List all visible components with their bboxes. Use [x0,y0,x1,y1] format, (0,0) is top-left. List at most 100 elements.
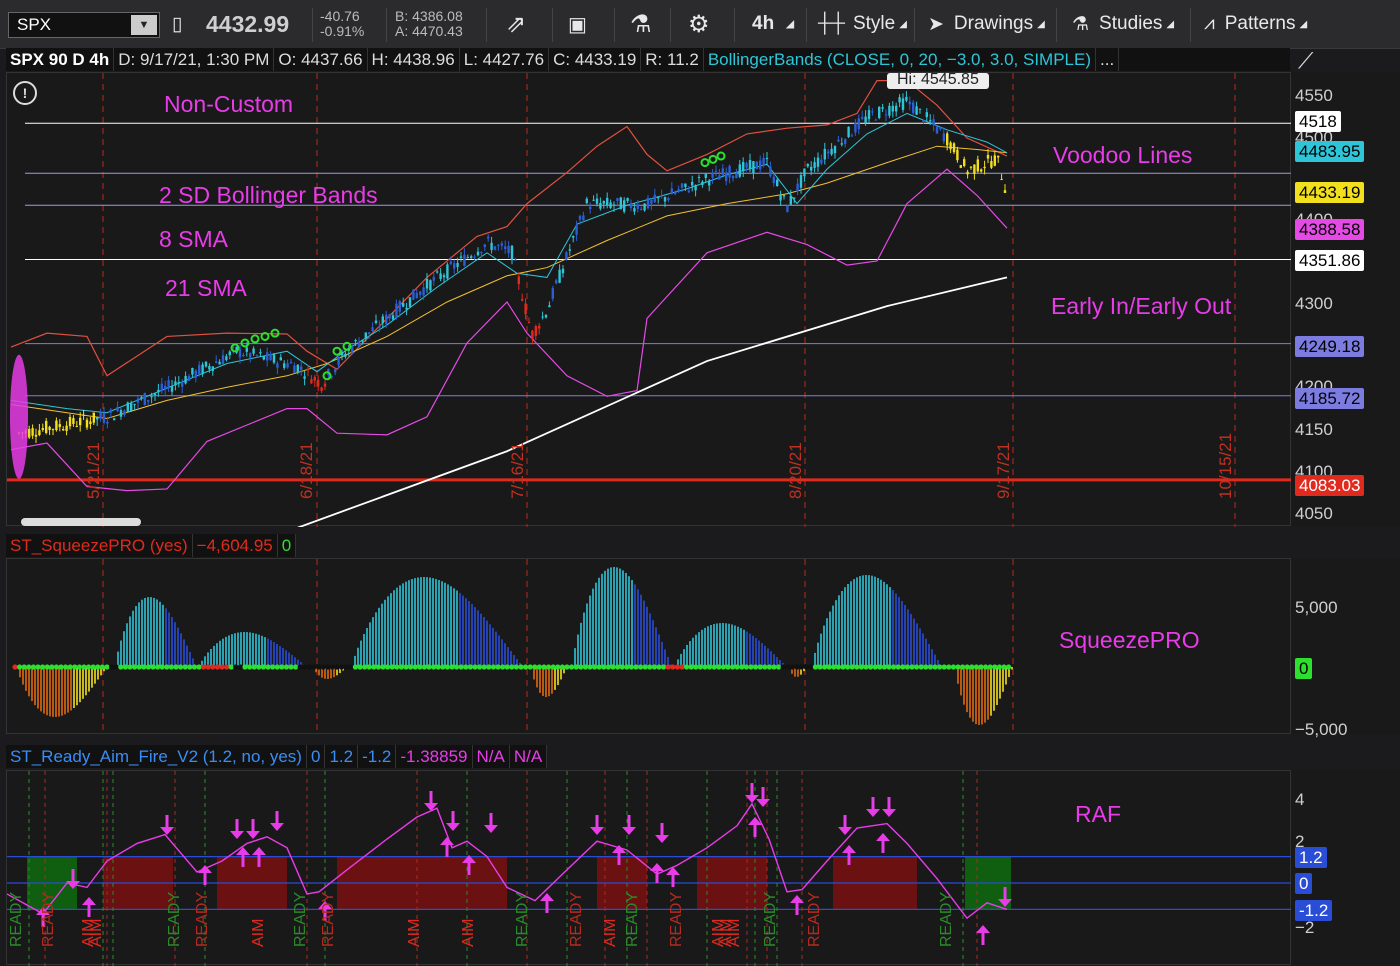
raf-panel[interactable]: READY READY AIM AIM READY READY AIM READY READY A… [6,770,1292,966]
squeeze-state-dot [799,664,805,670]
candle-body [619,197,622,210]
squeeze-name[interactable]: ST_SqueezePRO (yes) [6,534,193,557]
candle-body [487,236,490,239]
squeeze-panel[interactable]: SqueezePRO [6,558,1291,735]
candle-body [361,340,364,342]
candle-body [470,256,473,258]
candle-body [255,355,259,357]
candle-body [208,365,211,370]
squeeze-state-dot [854,664,860,670]
patterns-menu[interactable]: ⩘ Patterns ◢ [1204,0,1307,48]
candle-body [731,175,735,179]
squeeze-state-dot [610,664,616,670]
candle-body [62,429,65,431]
squeeze-state-dot [168,664,174,670]
more-studies[interactable]: ... [1096,48,1120,71]
squeeze-state-dot [541,664,547,670]
candle-body [833,146,837,154]
squeeze-state-dot [500,664,506,670]
squeeze-state-dot [95,664,101,670]
squeeze-state-dot [44,664,50,670]
candle-body [510,245,514,261]
squeeze-state-dot [872,664,878,670]
candle-body [157,389,160,393]
share-icon[interactable]: ⇗ [506,0,526,48]
studies-flask-icon: ⚗ [1072,13,1090,35]
candle-body [918,108,922,110]
candle-body [466,257,469,259]
signal-label: AIM [602,919,619,947]
down-arrow-icon [590,815,604,835]
scroll-handle[interactable] [21,518,141,526]
study-label[interactable]: BollingerBands (CLOSE, 0, 20, −3.0, 3.0,… [704,48,1097,71]
candle-body [752,161,755,174]
candle-body [735,173,738,179]
candle-body [170,386,174,392]
candle-body [776,179,779,187]
candle-body [623,200,626,212]
candle-body [915,106,918,115]
candle-body [143,393,146,405]
candle-body [344,353,347,357]
squeeze-state-dot [513,664,519,670]
alert-icon[interactable]: ! [13,81,37,105]
squeeze-state-dot [210,664,216,670]
squeeze-state-dot [325,664,331,670]
drawings-menu[interactable]: ➤ Drawings ◢ [928,0,1045,48]
screenshot-icon[interactable]: ▣ [568,0,587,48]
candle-body [765,158,769,160]
squeeze-state-dot [49,664,55,670]
squeeze-state-dot [619,664,625,670]
candle-body [374,320,378,324]
style-menu[interactable]: ┼┼ Style ◢ [818,0,907,48]
symbol-text: SPX [17,15,52,34]
candle-body [667,198,670,200]
squeeze-state-dot [67,664,73,670]
squeeze-state-dot [720,664,727,670]
candle-body [167,380,170,387]
arrow-head [230,831,244,839]
squeeze-state-dot [555,664,561,670]
squeeze-state-dot [937,664,943,670]
arrow-head [424,803,438,811]
arrow-head [160,827,174,835]
candle-body [874,119,877,121]
raf-name[interactable]: ST_Ready_Aim_Fire_V2 (1.2, no, yes) [6,745,307,768]
squeeze-state-dot [380,664,386,670]
studies-menu[interactable]: ⚗ Studies ◢ [1072,0,1174,48]
axis-tick: 4 [1295,790,1305,809]
squeeze-state-dot [946,664,952,670]
candle-body [310,379,313,384]
candle-body [68,416,72,427]
candle-body [575,224,578,235]
aggregation-selector[interactable]: 4h ◢ [752,0,794,48]
axis-tick: 4300 [1295,294,1333,313]
link-icon[interactable]: ▯ [172,0,182,48]
squeeze-state-dot [776,664,782,670]
price-panel[interactable]: 5/21/21 6/18/21 7/16/21 8/20/21 9/17/21 10/15… [6,72,1292,527]
candle-body [786,205,789,213]
squeeze-state-dot [895,664,901,670]
squeeze-state-dot [311,664,317,670]
candle-body [551,288,554,299]
candle-body [381,316,384,324]
candle-body [113,418,116,421]
squeeze-state-dot [578,664,584,670]
down-arrow-icon [246,819,260,839]
flask-icon[interactable]: ⚗ [630,0,652,48]
candle-body [221,355,225,365]
squeeze-state-dot [596,664,602,670]
squeeze-state-dot [642,664,648,670]
arrow-head [270,823,284,831]
squeeze-zero-tag: 0 [1295,658,1313,679]
candle-body [507,245,510,253]
squeeze-state-dot [219,664,225,670]
gear-icon[interactable]: ⚙ [688,0,710,48]
chevron-down-icon[interactable]: ▼ [131,15,157,35]
symbol-selector[interactable]: SPX ▼ [8,12,160,38]
arrow-head [666,867,680,875]
bar-open: O: 4437.66 [274,48,368,71]
note-raf: RAF [1075,801,1121,827]
candle-body [633,208,636,212]
candle-body [997,155,1000,158]
